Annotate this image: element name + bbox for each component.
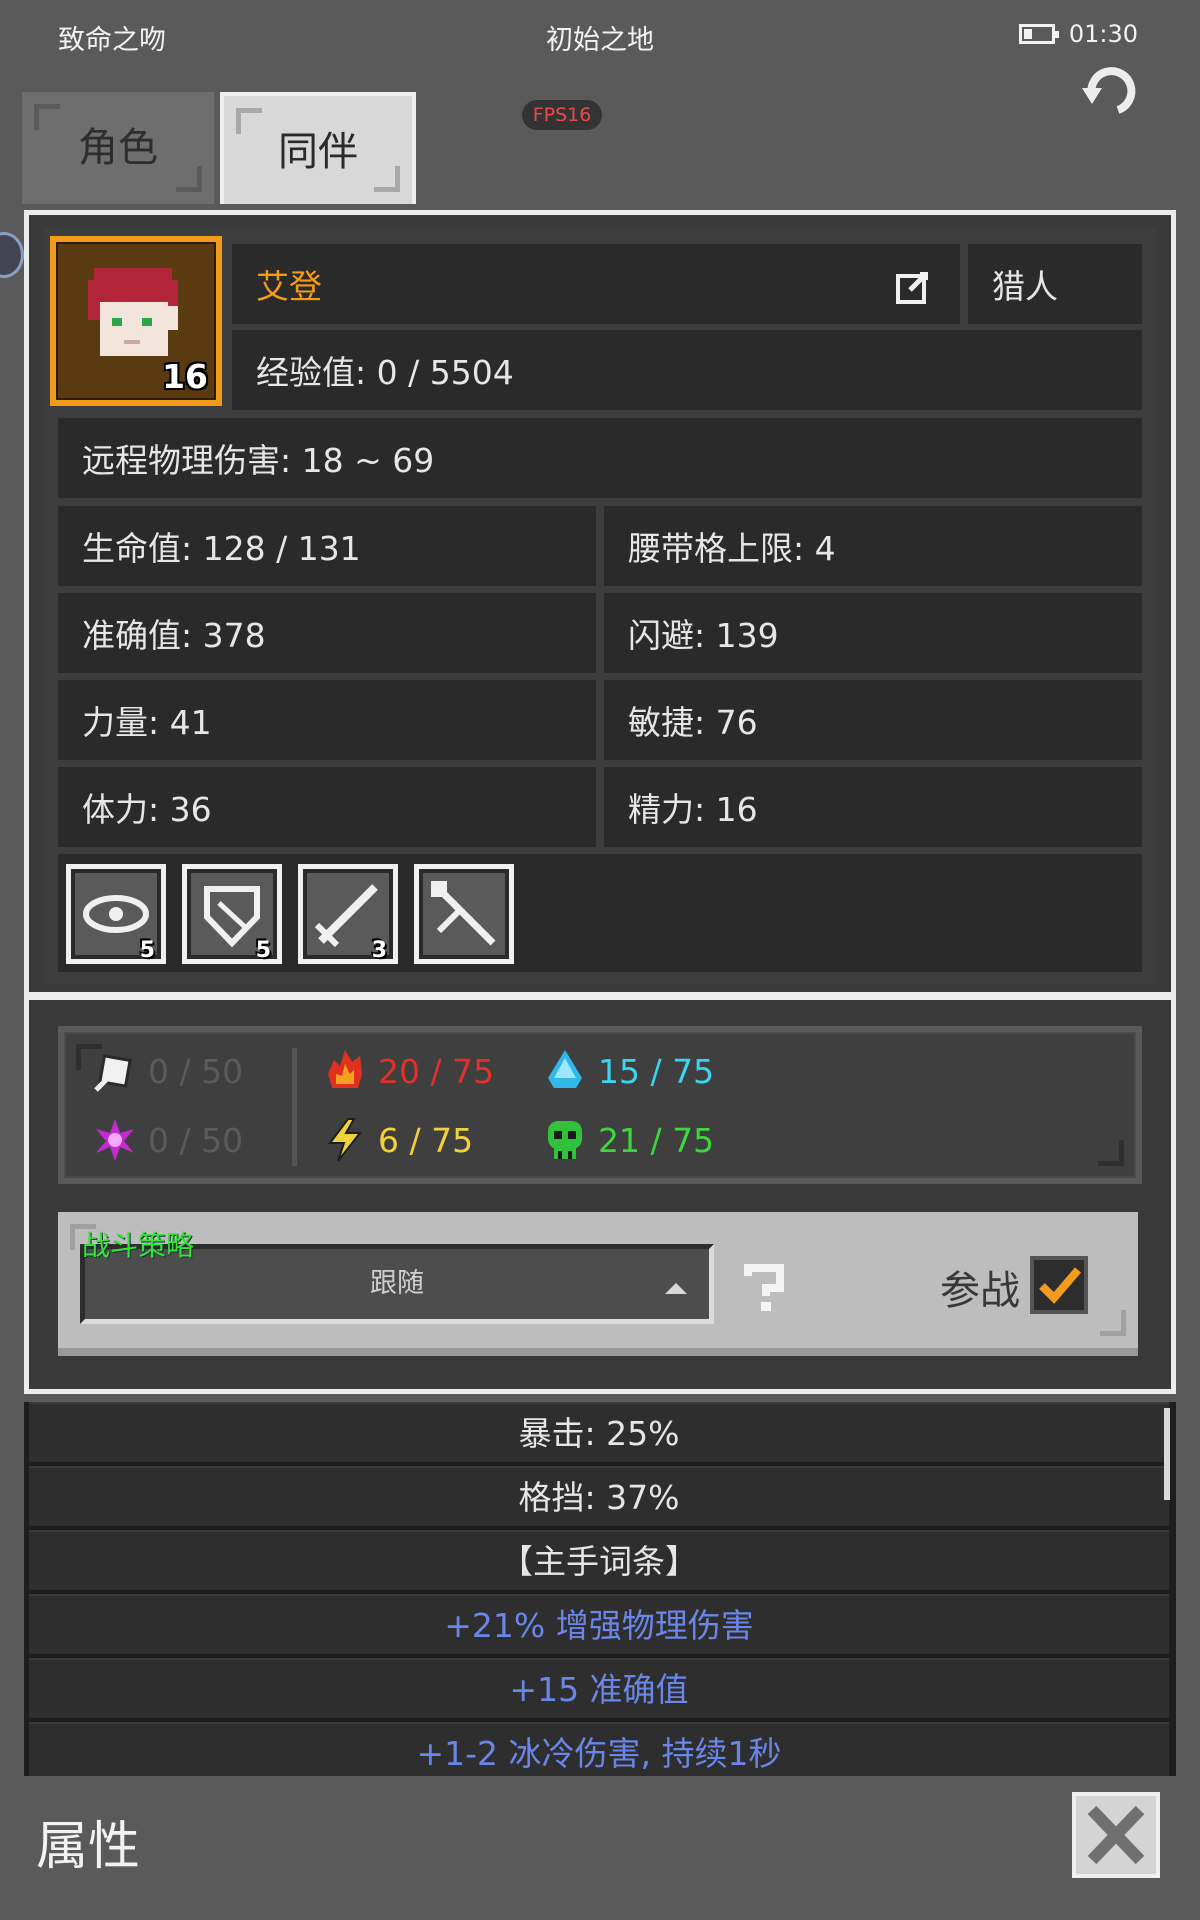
experience-value: 经验值: 0 / 5504 (256, 353, 514, 392)
list-item: 暴击: 25% (29, 1402, 1169, 1462)
rename-icon[interactable] (896, 270, 930, 304)
page-title: 属性 (36, 1817, 141, 1877)
list-scrollbar[interactable] (1164, 1408, 1170, 1500)
fire-resist-icon (328, 1050, 362, 1088)
stat-cell: 敏捷: 76 (604, 680, 1142, 760)
exp-cell: 经验值: 0 / 5504 (232, 330, 1142, 410)
stat-accuracy: 准确值: 378 (82, 616, 266, 655)
resist-magic-value: 0 / 50 (148, 1120, 244, 1160)
strategy-selected: 跟随 (370, 1268, 424, 1299)
tab-character[interactable]: 角色 (22, 92, 214, 204)
list-item: +1-2 冰冷伤害, 持续1秒 (29, 1722, 1169, 1776)
battery-icon (1018, 24, 1059, 44)
resist-magic: 0 / 50 (92, 1117, 243, 1163)
list-item: 格挡: 37% (29, 1466, 1169, 1526)
stat-cell: 闪避: 139 (604, 593, 1142, 673)
detail-text: 暴击: 25% (518, 1414, 680, 1453)
tab-companion[interactable]: 同伴 (220, 92, 416, 204)
resist-physical: 0 / 50 (92, 1048, 243, 1094)
resist-physical-value: 0 / 50 (148, 1051, 244, 1091)
skill-count: 3 (371, 938, 387, 963)
list-item: +21% 增强物理伤害 (29, 1594, 1169, 1654)
skills-bar: 5 5 3 (58, 854, 1142, 972)
stat-agility: 敏捷: 76 (628, 703, 758, 742)
companion-name: 艾登 (256, 267, 322, 306)
stat-cell: 生命值: 128 / 131 (58, 506, 596, 586)
skill-slot-3[interactable]: 3 (298, 864, 398, 964)
resist-lightning-value: 6 / 75 (378, 1120, 474, 1160)
join-battle-checkbox[interactable] (1030, 1256, 1088, 1314)
resist-fire-value: 20 / 75 (378, 1051, 495, 1091)
skill-slot-1[interactable]: 5 (66, 864, 166, 964)
close-button[interactable] (1072, 1792, 1160, 1878)
stat-belt-limit: 腰带格上限: 4 (628, 529, 836, 568)
strategy-label: 战斗策略 (82, 1229, 195, 1262)
help-icon[interactable] (742, 1262, 788, 1312)
detail-text: 格挡: 37% (518, 1478, 680, 1517)
detail-text: +15 准确值 (509, 1670, 689, 1709)
stat-cell: 体力: 36 (58, 767, 596, 847)
frame-divider (24, 992, 1176, 1000)
stat-cell: 精力: 16 (604, 767, 1142, 847)
skill-slot-2[interactable]: 5 (182, 864, 282, 964)
ranged-damage-cell: 远程物理伤害: 18 ~ 69 (58, 418, 1142, 498)
game-title: 致命之吻 (58, 25, 166, 56)
ranged-damage-value: 远程物理伤害: 18 ~ 69 (82, 441, 435, 480)
stat-cell: 腰带格上限: 4 (604, 506, 1142, 586)
detail-text: +21% 增强物理伤害 (444, 1606, 754, 1645)
status-right: 01:30 (1018, 20, 1138, 48)
tab-character-label: 角色 (78, 125, 158, 171)
refresh-icon[interactable] (1078, 58, 1142, 122)
magic-resist-icon (96, 1119, 134, 1161)
skill-slot-4[interactable] (414, 864, 514, 964)
name-row: 艾登 (232, 244, 960, 324)
stat-evasion: 闪避: 139 (628, 616, 779, 655)
resist-poison-value: 21 / 75 (598, 1120, 715, 1160)
stat-hp: 生命值: 128 / 131 (82, 529, 361, 568)
stat-strength: 力量: 41 (82, 703, 212, 742)
resist-lightning: 6 / 75 (322, 1117, 473, 1163)
detail-text: +1-2 冰冷伤害, 持续1秒 (416, 1734, 782, 1773)
physical-resist-icon (94, 1054, 132, 1092)
stat-cell: 力量: 41 (58, 680, 596, 760)
companion-portrait[interactable]: 16 (50, 236, 222, 406)
lightning-resist-icon (328, 1118, 363, 1162)
stat-stamina: 体力: 36 (82, 790, 212, 829)
caret-up-icon (665, 1283, 687, 1294)
detail-list[interactable]: 暴击: 25% 格挡: 37% 【主手词条】 +21% 增强物理伤害 +15 准… (24, 1402, 1176, 1776)
list-item: +15 准确值 (29, 1658, 1169, 1718)
detail-text: 【主手词条】 (500, 1542, 698, 1581)
skill-count: 5 (255, 938, 271, 963)
poison-resist-icon (548, 1121, 582, 1159)
resist-divider (292, 1048, 297, 1166)
checkmark-icon (1039, 1267, 1082, 1304)
close-icon (1087, 1805, 1145, 1865)
resist-cold: 15 / 75 (542, 1048, 714, 1094)
class-cell: 猎人 (968, 244, 1142, 324)
side-handle[interactable] (0, 232, 24, 278)
resist-fire: 20 / 75 (322, 1048, 494, 1094)
resist-cold-value: 15 / 75 (598, 1051, 715, 1091)
resist-poison: 21 / 75 (542, 1117, 714, 1163)
crossed-tools-skill-icon (423, 873, 505, 955)
companion-class: 猎人 (992, 267, 1058, 306)
tab-companion-label: 同伴 (278, 129, 358, 175)
fps-counter: FPS16 (522, 100, 602, 130)
list-item: 【主手词条】 (29, 1530, 1169, 1590)
join-battle-label: 参战 (940, 1268, 1020, 1314)
clock: 01:30 (1068, 20, 1138, 48)
skill-count: 5 (139, 938, 155, 963)
stat-cell: 准确值: 378 (58, 593, 596, 673)
companion-level: 16 (162, 357, 208, 396)
cold-resist-icon (548, 1050, 582, 1088)
stat-energy: 精力: 16 (628, 790, 758, 829)
